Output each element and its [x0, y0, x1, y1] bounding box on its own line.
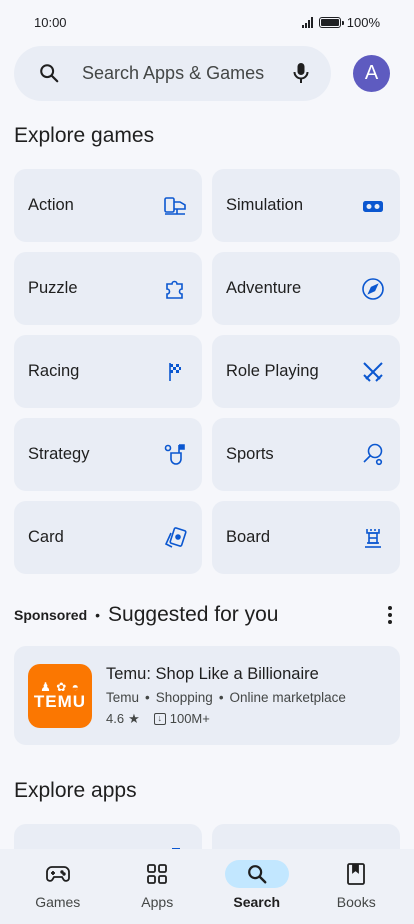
category-strategy[interactable]: Strategy	[14, 418, 202, 491]
star-icon: ★	[128, 710, 140, 726]
search-input[interactable]: Search Apps & Games	[82, 63, 291, 84]
search-bar[interactable]: Search Apps & Games	[14, 45, 331, 101]
category-board[interactable]: Board	[212, 501, 400, 574]
category-label: Puzzle	[28, 279, 78, 297]
app-meta: Temu • Shopping • Online marketplace	[106, 690, 386, 705]
compass-icon	[362, 277, 384, 300]
avatar[interactable]: A	[353, 54, 390, 92]
nav-search[interactable]: Search	[212, 849, 302, 924]
battery-percent: 100%	[346, 14, 380, 30]
sponsored-label[interactable]: Sponsored	[14, 607, 87, 623]
app-stats: 4.6 ★ ↓ 100M+	[106, 711, 386, 727]
status-icons: 100%	[301, 14, 380, 30]
gamepad-icon	[45, 866, 70, 882]
app-card-temu[interactable]: ♟ ✿ ◓ TEMU Temu: Shop Like a Billionaire…	[14, 646, 400, 745]
sports-icon	[363, 443, 383, 465]
strategy-icon	[164, 443, 185, 465]
signal-icon	[301, 16, 313, 28]
nav-apps[interactable]: Apps	[112, 849, 202, 924]
category-action[interactable]: Action	[14, 169, 202, 242]
category-label: Action	[28, 196, 74, 214]
category-label: Racing	[28, 362, 80, 380]
suggested-header: Sponsored • Suggested for you	[14, 600, 400, 630]
category-label: Role Playing	[226, 362, 319, 380]
simulation-icon	[363, 200, 383, 212]
action-icon	[164, 196, 186, 215]
app-logo: ♟ ✿ ◓ TEMU	[28, 663, 92, 728]
nav-label: Books	[336, 894, 376, 910]
nav-icon-container	[224, 860, 289, 888]
bottom-nav: Games Apps Search Books	[0, 849, 414, 924]
category-simulation[interactable]: Simulation	[212, 169, 400, 242]
separator-dot: •	[95, 607, 101, 623]
explore-apps-title: Explore apps	[14, 779, 137, 802]
puzzle-icon	[166, 280, 183, 299]
category-label: Board	[226, 528, 271, 546]
app-info: Temu: Shop Like a Billionaire Temu • Sho…	[106, 665, 386, 727]
category-role-playing[interactable]: Role Playing	[212, 335, 400, 408]
category-label: Card	[28, 528, 64, 546]
category-label: Adventure	[226, 279, 302, 297]
nav-icon-container	[26, 860, 90, 888]
category-racing[interactable]: Racing	[14, 335, 202, 408]
category-card[interactable]: Card	[14, 501, 202, 574]
checkered-flag-icon	[169, 362, 181, 381]
explore-games-title: Explore games	[14, 124, 155, 147]
nav-label: Search	[233, 894, 281, 910]
game-categories-grid: Action Simulation Puzzle Adventure Racin…	[14, 169, 403, 574]
app-downloads: 100M+	[169, 711, 210, 726]
nav-label: Apps	[141, 894, 174, 910]
suggested-title: Suggested for you	[108, 603, 279, 626]
category-puzzle[interactable]: Puzzle	[14, 252, 202, 325]
app-tag: Online marketplace	[229, 689, 346, 705]
app-developer: Temu	[106, 689, 140, 705]
download-icon: ↓	[153, 712, 166, 725]
more-vert-icon[interactable]	[380, 606, 400, 624]
apps-grid-icon	[147, 864, 168, 884]
status-bar: 10:00 100%	[0, 0, 414, 44]
crossed-swords-icon	[363, 361, 383, 382]
search-icon	[247, 865, 267, 884]
category-label: Strategy	[28, 445, 90, 463]
nav-books[interactable]: Books	[311, 849, 401, 924]
app-rating: 4.6	[106, 711, 125, 726]
category-adventure[interactable]: Adventure	[212, 252, 400, 325]
app-category: Shopping	[155, 689, 213, 705]
search-icon	[40, 64, 59, 83]
nav-icon-container	[324, 860, 388, 888]
meta-separator: •	[145, 689, 150, 705]
battery-icon	[318, 16, 344, 28]
chess-rook-icon	[365, 528, 381, 548]
book-icon	[347, 863, 366, 885]
logo-word: TEMU	[33, 691, 87, 711]
nav-label: Games	[35, 894, 81, 910]
cards-icon	[164, 526, 187, 548]
category-label: Simulation	[226, 196, 304, 214]
category-label: Sports	[226, 445, 274, 463]
category-sports[interactable]: Sports	[212, 418, 400, 491]
microphone-icon[interactable]	[291, 61, 311, 85]
status-time: 10:00	[34, 14, 67, 30]
nav-games[interactable]: Games	[13, 849, 103, 924]
app-name: Temu: Shop Like a Billionaire	[106, 664, 319, 683]
nav-icon-container	[125, 860, 189, 888]
meta-separator: •	[218, 689, 224, 705]
search-row: Search Apps & Games A	[14, 45, 400, 101]
logo-glyphs: ♟ ✿ ◓	[40, 679, 80, 694]
